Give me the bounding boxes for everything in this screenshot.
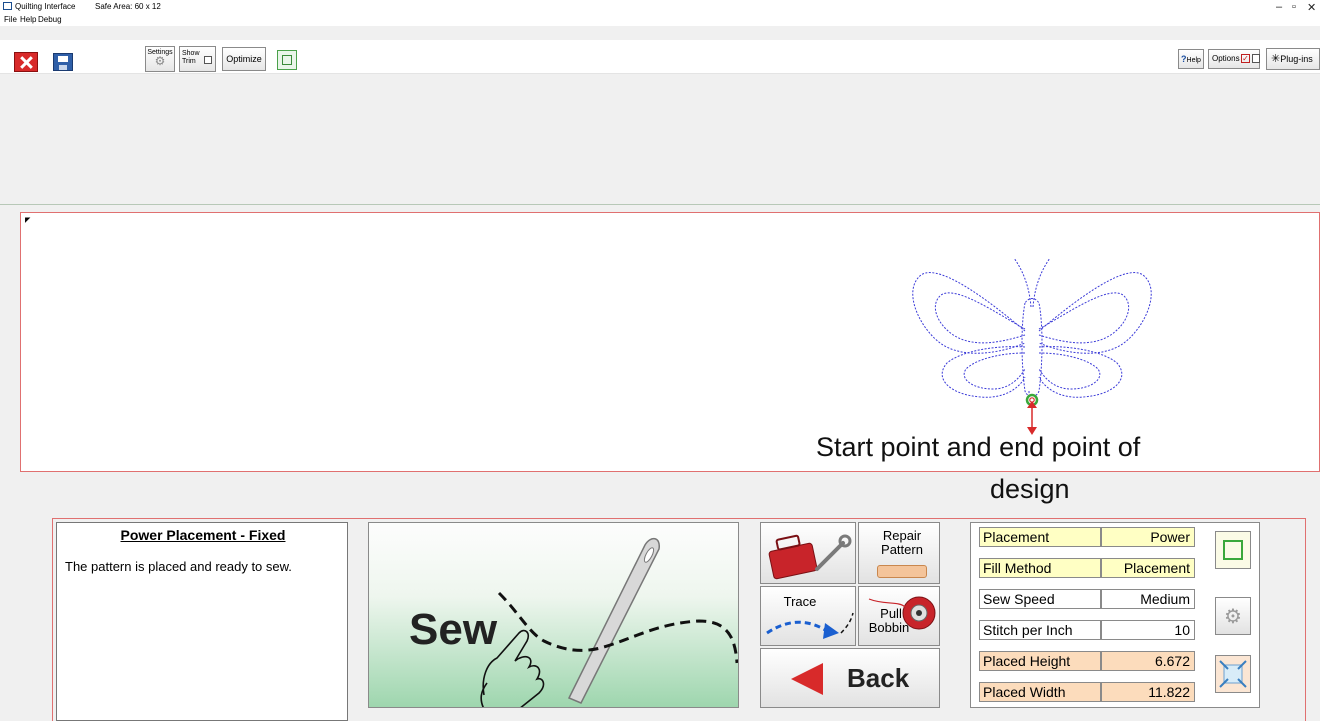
repair-pattern-button[interactable]: Repair Pattern xyxy=(858,522,940,584)
exit-button[interactable] xyxy=(14,52,38,72)
layout-button[interactable] xyxy=(277,50,297,70)
setting-value: Placement xyxy=(1101,558,1195,578)
minimize-button[interactable]: – xyxy=(1276,1,1282,13)
options-label: Options xyxy=(1212,54,1240,63)
settings-button[interactable]: Settings ⚙ xyxy=(145,46,175,72)
setting-name: Placement xyxy=(979,527,1101,547)
show-trim-button[interactable]: Show Trim xyxy=(179,46,216,72)
back-button[interactable]: Back xyxy=(760,648,940,708)
optimize-button[interactable]: Optimize xyxy=(222,47,266,71)
plugins-button[interactable]: ✳Plug-ins xyxy=(1266,48,1320,70)
repair-pattern-label: Repair Pattern xyxy=(881,528,923,557)
needle-thread-icon xyxy=(480,537,738,707)
menu-help[interactable]: Help xyxy=(20,15,36,24)
window-title: Quilting Interface xyxy=(15,2,76,11)
options-button[interactable]: Options ✓ xyxy=(1208,49,1260,69)
help-button[interactable]: ?Help xyxy=(1178,49,1204,69)
options-checkbox[interactable]: ✓ xyxy=(1241,54,1250,63)
setting-value: 6.672 xyxy=(1101,651,1195,671)
options-checkbox-empty[interactable] xyxy=(1252,54,1260,63)
status-message: The pattern is placed and ready to sew. xyxy=(65,559,292,574)
back-label: Back xyxy=(847,663,910,693)
app-icon xyxy=(3,2,12,10)
toolbox-button[interactable] xyxy=(760,522,856,584)
setting-name: Sew Speed xyxy=(979,589,1101,609)
setting-row-sew-speed[interactable]: Sew Speed Medium xyxy=(979,589,1195,609)
resize-button[interactable] xyxy=(1215,655,1251,693)
setting-value: 11.822 xyxy=(1101,682,1195,702)
setting-row-placed-width[interactable]: Placed Width 11.822 xyxy=(979,682,1195,702)
layout-icon xyxy=(282,55,292,65)
settings-table: Placement Power Fill Method Placement Se… xyxy=(970,522,1260,708)
setting-value: 10 xyxy=(1101,620,1195,640)
setting-row-stitch-per-inch[interactable]: Stitch per Inch 10 xyxy=(979,620,1195,640)
status-box: Power Placement - Fixed The pattern is p… xyxy=(56,522,348,721)
expand-arrows-icon xyxy=(1219,660,1247,688)
maximize-button[interactable]: ▫ xyxy=(1292,1,1296,13)
pull-bobbin-button[interactable]: Pull Bobbin xyxy=(858,586,940,646)
annotation-line-1: Start point and end point of xyxy=(816,432,1141,462)
safe-area-label: Safe Area: 60 x 12 xyxy=(95,2,161,11)
setting-row-placement[interactable]: Placement Power xyxy=(979,527,1195,547)
save-button[interactable] xyxy=(53,53,73,71)
setting-name: Placed Height xyxy=(979,651,1101,671)
trace-button[interactable]: Trace xyxy=(760,586,856,646)
sew-button[interactable]: Sew xyxy=(368,522,739,708)
setting-value: Power xyxy=(1101,527,1195,547)
status-title: Power Placement - Fixed xyxy=(120,527,286,543)
setting-row-fill-method[interactable]: Fill Method Placement xyxy=(979,558,1195,578)
gear-icon: ⚙ xyxy=(154,54,166,68)
setting-name: Stitch per Inch xyxy=(979,620,1101,640)
gear-icon: ⚙ xyxy=(1224,606,1242,628)
plugin-icon: ✳ xyxy=(1271,53,1281,65)
placement-mode-button[interactable] xyxy=(1215,531,1251,569)
trace-arrow-icon xyxy=(766,612,854,639)
menu-file[interactable]: File xyxy=(4,15,17,24)
help-label: Help xyxy=(1186,57,1201,64)
setting-name: Placed Width xyxy=(979,682,1101,702)
setting-name: Fill Method xyxy=(979,558,1101,578)
annotation-line-2: design xyxy=(990,474,1070,504)
sew-settings-button[interactable]: ⚙ xyxy=(1215,597,1251,635)
bandage-icon xyxy=(877,565,927,578)
toolbox-icon xyxy=(768,534,852,580)
setting-row-placed-height[interactable]: Placed Height 6.672 xyxy=(979,651,1195,671)
plugins-label: Plug-ins xyxy=(1280,54,1313,64)
show-trim-label: Show Trim xyxy=(182,50,200,65)
window-close-button[interactable]: ✕ xyxy=(1307,1,1316,14)
show-trim-checkbox[interactable] xyxy=(204,56,212,64)
preview-area xyxy=(0,75,1320,205)
back-arrow-icon xyxy=(791,663,823,695)
title-bar: Quilting Interface Safe Area: 60 x 12 – … xyxy=(0,0,1320,14)
menu-debug[interactable]: Debug xyxy=(38,15,62,24)
toolbar: Settings ⚙ Show Trim Optimize ?Help Opti… xyxy=(0,40,1320,74)
bobbin-icon xyxy=(868,596,936,630)
placement-frame-icon xyxy=(1223,540,1243,560)
setting-value: Medium xyxy=(1101,589,1195,609)
menu-bar: File Help Debug xyxy=(0,14,1320,26)
